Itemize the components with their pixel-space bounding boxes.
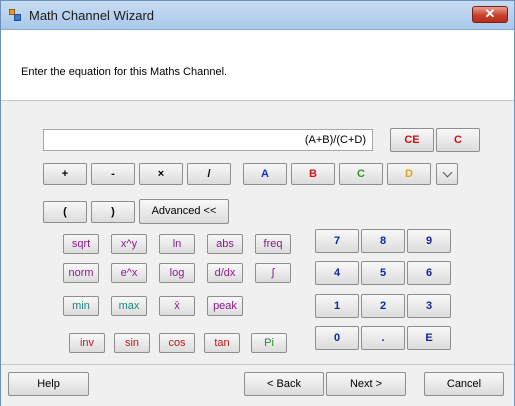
freq-button[interactable]: freq (255, 234, 291, 254)
help-button[interactable]: Help (8, 372, 89, 396)
digit-7-button[interactable]: 7 (315, 229, 359, 253)
channel-c-button[interactable]: C (339, 163, 383, 185)
exp-button[interactable]: e^x (111, 263, 147, 283)
digit-5-button[interactable]: 5 (361, 261, 405, 285)
next-button[interactable]: Next > (326, 372, 406, 396)
digit-3-button[interactable]: 3 (407, 294, 451, 318)
mean-button[interactable]: x̄ (159, 296, 195, 316)
app-icon (9, 9, 21, 21)
cancel-button[interactable]: Cancel (424, 372, 504, 396)
sin-button[interactable]: sin (114, 333, 150, 353)
power-button[interactable]: x^y (111, 234, 147, 254)
sqrt-button[interactable]: sqrt (63, 234, 99, 254)
channel-b-button[interactable]: B (291, 163, 335, 185)
chevron-down-icon (442, 167, 452, 178)
clear-entry-button[interactable]: CE (390, 128, 434, 152)
header-panel: Enter the equation for this Maths Channe… (1, 30, 514, 101)
digit-4-button[interactable]: 4 (315, 261, 359, 285)
channel-d-button[interactable]: D (387, 163, 431, 185)
digit-9-button[interactable]: 9 (407, 229, 451, 253)
window-title: Math Channel Wizard (29, 8, 154, 23)
channel-a-button[interactable]: A (243, 163, 287, 185)
equation-editor-panel: (A+B)/(C+D) CE C + - × / A B C D ( ) Adv… (1, 101, 514, 364)
advanced-toggle-button[interactable]: Advanced << (139, 199, 229, 224)
norm-button[interactable]: norm (63, 263, 99, 283)
instruction-text: Enter the equation for this Maths Channe… (21, 66, 228, 78)
log-button[interactable]: log (159, 263, 195, 283)
minus-button[interactable]: - (91, 163, 135, 185)
open-paren-button[interactable]: ( (43, 201, 87, 223)
plus-button[interactable]: + (43, 163, 87, 185)
divide-button[interactable]: / (187, 163, 231, 185)
math-channel-wizard-window: Math Channel Wizard ✕ Enter the equation… (0, 0, 515, 406)
digit-8-button[interactable]: 8 (361, 229, 405, 253)
pi-button[interactable]: Pi (251, 333, 287, 353)
digit-6-button[interactable]: 6 (407, 261, 451, 285)
integral-button[interactable]: ∫ (255, 263, 291, 283)
digit-2-button[interactable]: 2 (361, 294, 405, 318)
ln-button[interactable]: ln (159, 234, 195, 254)
back-button[interactable]: < Back (244, 372, 324, 396)
exponent-button[interactable]: E (407, 326, 451, 350)
min-button[interactable]: min (63, 296, 99, 316)
wizard-footer: Help < Back Next > Cancel (1, 364, 514, 406)
more-channels-dropdown[interactable] (436, 163, 458, 185)
clear-button[interactable]: C (436, 128, 480, 152)
cos-button[interactable]: cos (159, 333, 195, 353)
close-paren-button[interactable]: ) (91, 201, 135, 223)
max-button[interactable]: max (111, 296, 147, 316)
tan-button[interactable]: tan (204, 333, 240, 353)
abs-button[interactable]: abs (207, 234, 243, 254)
derivative-button[interactable]: d/dx (207, 263, 243, 283)
close-button[interactable]: ✕ (472, 6, 508, 23)
inverse-button[interactable]: inv (69, 333, 105, 353)
digit-0-button[interactable]: 0 (315, 326, 359, 350)
title-bar: Math Channel Wizard ✕ (1, 1, 514, 30)
decimal-point-button[interactable]: . (361, 326, 405, 350)
digit-1-button[interactable]: 1 (315, 294, 359, 318)
multiply-button[interactable]: × (139, 163, 183, 185)
peak-button[interactable]: peak (207, 296, 243, 316)
equation-input[interactable]: (A+B)/(C+D) (43, 129, 373, 151)
